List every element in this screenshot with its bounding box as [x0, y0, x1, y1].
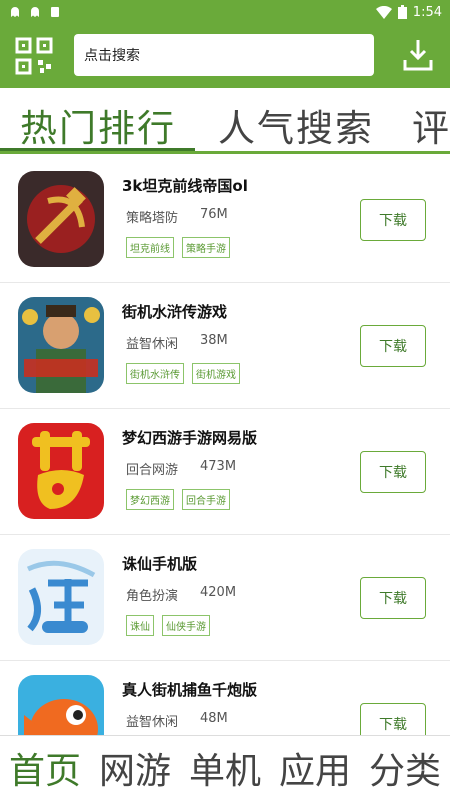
app-header: 点击搜索 — [0, 24, 450, 88]
app-tag[interactable]: 诛仙 — [126, 615, 154, 636]
app-tag[interactable]: 坦克前线 — [126, 237, 174, 258]
app-size: 38M — [200, 333, 228, 348]
download-button[interactable]: 下载 — [360, 325, 426, 367]
download-button[interactable]: 下载 — [360, 577, 426, 619]
download-manager-icon[interactable] — [402, 38, 434, 72]
app-tag[interactable]: 回合手游 — [182, 489, 230, 510]
notification-ghost-icon — [11, 7, 19, 17]
search-placeholder: 点击搜索 — [84, 48, 140, 64]
app-size: 76M — [200, 207, 228, 222]
sd-card-icon — [51, 7, 59, 17]
app-list: 3k坦克前线帝国ol 策略塔防 76M 坦克前线 策略手游 下载 街机水浒传游戏… — [0, 157, 450, 735]
nav-apps[interactable]: 应用 — [279, 742, 351, 794]
nav-online-games[interactable]: 网游 — [99, 742, 171, 794]
app-category: 角色扮演 — [126, 589, 179, 604]
list-item[interactable]: 3k坦克前线帝国ol 策略塔防 76M 坦克前线 策略手游 下载 — [0, 157, 450, 283]
app-tag[interactable]: 策略手游 — [182, 237, 230, 258]
fish-icon — [18, 675, 104, 735]
app-size: 420M — [200, 585, 237, 600]
download-button[interactable]: 下载 — [360, 199, 426, 241]
tab-popular-search[interactable]: 人气搜索 — [218, 98, 374, 151]
qr-scan-icon[interactable] — [14, 36, 54, 76]
download-button[interactable]: 下载 — [360, 451, 426, 493]
status-bar: 1:54 — [0, 0, 450, 24]
water-margin-icon — [18, 297, 104, 393]
dream-char-icon — [18, 423, 104, 519]
nav-single-player[interactable]: 单机 — [189, 742, 261, 794]
hammer-sickle-icon — [18, 171, 104, 267]
tab-hot-ranking[interactable]: 热门排行 — [20, 98, 176, 151]
app-name: 梦幻西游手游网易版 — [122, 429, 258, 447]
app-name: 诛仙手机版 — [122, 555, 198, 573]
search-input[interactable]: 点击搜索 — [74, 34, 374, 76]
app-name: 3k坦克前线帝国ol — [122, 177, 248, 195]
nav-home[interactable]: 首页 — [9, 742, 81, 794]
app-tag[interactable]: 仙侠手游 — [162, 615, 210, 636]
notification-ghost-icon — [31, 7, 39, 17]
tab-review[interactable]: 评 — [412, 98, 450, 151]
app-size: 48M — [200, 711, 228, 726]
app-name: 真人街机捕鱼千炮版 — [122, 681, 258, 699]
app-category: 回合网游 — [126, 463, 179, 478]
nav-categories[interactable]: 分类 — [369, 742, 441, 794]
wifi-icon — [375, 5, 392, 19]
app-category: 策略塔防 — [126, 211, 179, 226]
app-tag[interactable]: 梦幻西游 — [126, 489, 174, 510]
app-category: 益智休闲 — [126, 337, 179, 352]
category-tabs: 热门排行 人气搜索 评 — [0, 88, 450, 154]
status-time: 1:54 — [412, 4, 442, 20]
tab-active-indicator — [0, 148, 195, 151]
app-category: 益智休闲 — [126, 715, 179, 730]
app-tag[interactable]: 街机游戏 — [192, 363, 240, 384]
list-item[interactable]: 诛仙手机版 角色扮演 420M 诛仙 仙侠手游 下载 — [0, 535, 450, 661]
list-item[interactable]: 真人街机捕鱼千炮版 益智休闲 48M 下载 — [0, 661, 450, 735]
app-tag[interactable]: 街机水浒传 — [126, 363, 184, 384]
download-button[interactable]: 下载 — [360, 703, 426, 735]
list-item[interactable]: 街机水浒传游戏 益智休闲 38M 街机水浒传 街机游戏 下载 — [0, 283, 450, 409]
zhuxian-icon — [18, 549, 104, 645]
bottom-nav: 首页 网游 单机 应用 分类 — [0, 735, 450, 800]
list-item[interactable]: 梦幻西游手游网易版 回合网游 473M 梦幻西游 回合手游 下载 — [0, 409, 450, 535]
battery-icon — [397, 5, 407, 19]
app-size: 473M — [200, 459, 237, 474]
app-name: 街机水浒传游戏 — [122, 303, 228, 321]
